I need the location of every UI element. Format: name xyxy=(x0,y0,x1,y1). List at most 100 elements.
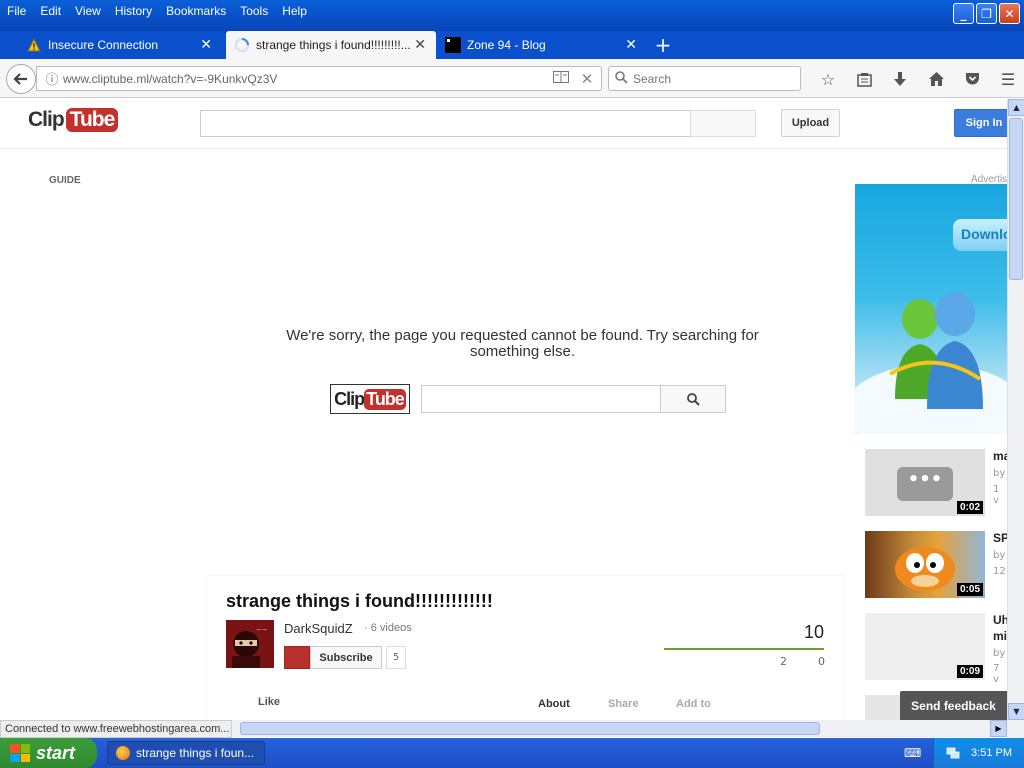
dislike-count: 0 xyxy=(818,655,825,668)
advertisement-banner[interactable]: Downlo xyxy=(855,184,1007,434)
url-bar[interactable]: ⓘ www.cliptube.ml/watch?v=-9KunkvQz3V ✕ xyxy=(36,66,602,91)
video-thumbnail[interactable]: 0:05 xyxy=(865,531,985,598)
stop-loading-icon[interactable]: ✕ xyxy=(573,70,601,88)
start-label: start xyxy=(36,742,76,763)
scroll-down-arrow-icon[interactable]: ▼ xyxy=(1008,703,1024,720)
related-video-title[interactable]: SP xyxy=(993,531,1007,545)
site-search-input[interactable] xyxy=(200,110,691,137)
tab-current-video[interactable]: strange things i found!!!!!!!!!... ✕ xyxy=(226,31,436,59)
scrollbar-thumb[interactable] xyxy=(1009,118,1023,280)
network-icon[interactable] xyxy=(946,746,960,760)
hamburger-menu-icon[interactable]: ☰ xyxy=(990,67,1024,91)
taskbar-firefox-window[interactable]: strange things i foun... xyxy=(107,741,265,765)
reader-view-icon[interactable] xyxy=(549,71,573,86)
site-header: Clip Tube Upload Sign In xyxy=(0,99,1007,149)
subscribe-button[interactable]: Subscribe xyxy=(310,646,382,669)
navigation-toolbar: ⓘ www.cliptube.ml/watch?v=-9KunkvQz3V ✕ … xyxy=(0,59,1024,98)
close-tab-icon[interactable]: ✕ xyxy=(200,36,212,53)
related-video-title[interactable]: Uh xyxy=(993,613,1007,627)
video-info-card: strange things i found!!!!!!!!!!!!! ~~ D… xyxy=(206,576,844,720)
send-feedback-button[interactable]: Send feedback xyxy=(900,691,1007,721)
tab-insecure-connection[interactable]: Insecure Connection ✕ xyxy=(18,31,222,59)
guide-label[interactable]: GUIDE xyxy=(49,175,81,186)
error-logo-tube: Tube xyxy=(364,388,406,410)
desktop: File Edit View History Bookmarks Tools H… xyxy=(0,0,1024,768)
channel-avatar[interactable]: ~~ xyxy=(226,620,274,668)
sign-in-button[interactable]: Sign In xyxy=(954,109,1007,137)
clock[interactable]: 3:51 PM xyxy=(971,747,1012,759)
like-ratio-bar xyxy=(664,648,824,650)
site-logo[interactable]: Clip Tube xyxy=(28,108,119,132)
close-tab-icon[interactable]: ✕ xyxy=(625,36,637,53)
pocket-icon[interactable] xyxy=(954,67,990,91)
tab-add-to[interactable]: Add to xyxy=(676,698,711,710)
related-video-title[interactable]: ma xyxy=(993,449,1007,463)
error-logo-clip: Clip xyxy=(334,388,365,409)
horizontal-scrollbar[interactable]: ▶ xyxy=(232,720,1007,737)
back-button[interactable] xyxy=(6,64,36,94)
menu-help[interactable]: Help xyxy=(275,4,314,18)
start-button[interactable]: start xyxy=(0,738,97,768)
menu-edit[interactable]: Edit xyxy=(33,4,68,18)
vertical-scrollbar[interactable]: ▲ ▼ xyxy=(1007,99,1024,720)
download-icon[interactable] xyxy=(882,67,918,91)
search-input[interactable]: Search xyxy=(608,66,801,91)
bookmark-star-icon[interactable]: ☆ xyxy=(810,67,846,91)
tab-about[interactable]: About xyxy=(538,698,570,710)
subscriber-count: 5 xyxy=(386,646,406,669)
maximize-button[interactable]: ❐ xyxy=(976,3,997,24)
logo-clip-text: Clip xyxy=(28,108,65,131)
video-thumbnail[interactable]: 0:09 xyxy=(865,613,985,680)
web-page: Clip Tube Upload Sign In GUIDE We're sor… xyxy=(0,99,1007,720)
back-arrow-icon xyxy=(13,73,27,85)
channel-name-link[interactable]: DarkSquidZ xyxy=(284,621,353,636)
site-info-icon[interactable]: ⓘ xyxy=(41,69,63,88)
related-video-item[interactable]: 0:09 Uh mi by 7 v xyxy=(865,613,1007,685)
tab-share[interactable]: Share xyxy=(608,698,639,710)
subscribe-icon[interactable] xyxy=(284,646,310,669)
horizontal-scrollbar-thumb[interactable] xyxy=(240,722,820,735)
tab-zone94-blog[interactable]: Zone 94 - Blog ✕ xyxy=(437,31,647,59)
ad-download-button[interactable]: Downlo xyxy=(953,219,1007,251)
channel-video-count: · 6 videos xyxy=(364,622,412,634)
related-video-title-line2[interactable]: mi xyxy=(993,629,1007,643)
close-window-button[interactable]: ✕ xyxy=(999,3,1020,24)
system-tray: 3:51 PM xyxy=(933,738,1024,768)
like-count: 2 xyxy=(780,655,787,668)
related-video-item[interactable]: ••• 0:02 ma by 1 v xyxy=(865,449,1007,517)
url-text[interactable]: www.cliptube.ml/watch?v=-9KunkvQz3V xyxy=(63,72,549,86)
video-duration: 0:02 xyxy=(956,501,983,514)
close-tab-icon[interactable]: ✕ xyxy=(414,36,426,53)
video-thumbnail[interactable]: ••• 0:02 xyxy=(865,449,985,516)
site-search-button[interactable] xyxy=(690,110,756,137)
menu-file[interactable]: File xyxy=(0,4,33,18)
cartoon-cat-image xyxy=(895,547,955,591)
error-message: We're sorry, the page you requested cann… xyxy=(286,327,759,360)
related-video-item[interactable]: 0:05 SP by 12 xyxy=(865,531,1007,599)
reading-list-icon[interactable] xyxy=(846,67,882,91)
tab-label: Zone 94 - Blog xyxy=(467,38,546,52)
menu-bookmarks[interactable]: Bookmarks xyxy=(159,4,233,18)
menu-view[interactable]: View xyxy=(68,4,108,18)
upload-button[interactable]: Upload xyxy=(781,109,840,137)
error-search-input[interactable] xyxy=(421,385,661,413)
scroll-up-arrow-icon[interactable]: ▲ xyxy=(1008,99,1024,116)
like-button[interactable]: Like xyxy=(258,696,280,708)
ninja-avatar-image: ~~ xyxy=(226,620,274,668)
search-icon xyxy=(615,70,628,87)
svg-text:~~: ~~ xyxy=(256,626,268,634)
tab-strip: Insecure Connection ✕ strange things i f… xyxy=(0,31,1024,59)
keyboard-icon[interactable]: ⌨ xyxy=(904,746,921,760)
error-logo: Clip Tube xyxy=(330,384,410,414)
scroll-right-arrow-icon[interactable]: ▶ xyxy=(990,720,1007,737)
home-icon[interactable] xyxy=(918,67,954,91)
windows-logo-icon xyxy=(10,744,30,762)
minimize-button[interactable]: _ xyxy=(953,3,974,24)
placeholder-dots-icon: ••• xyxy=(897,467,953,501)
video-duration: 0:05 xyxy=(956,583,983,596)
error-search-button[interactable] xyxy=(660,385,726,413)
related-video-views: 7 v xyxy=(993,663,1000,685)
menu-history[interactable]: History xyxy=(108,4,159,18)
new-tab-button[interactable]: + xyxy=(651,31,675,59)
menu-tools[interactable]: Tools xyxy=(233,4,275,18)
